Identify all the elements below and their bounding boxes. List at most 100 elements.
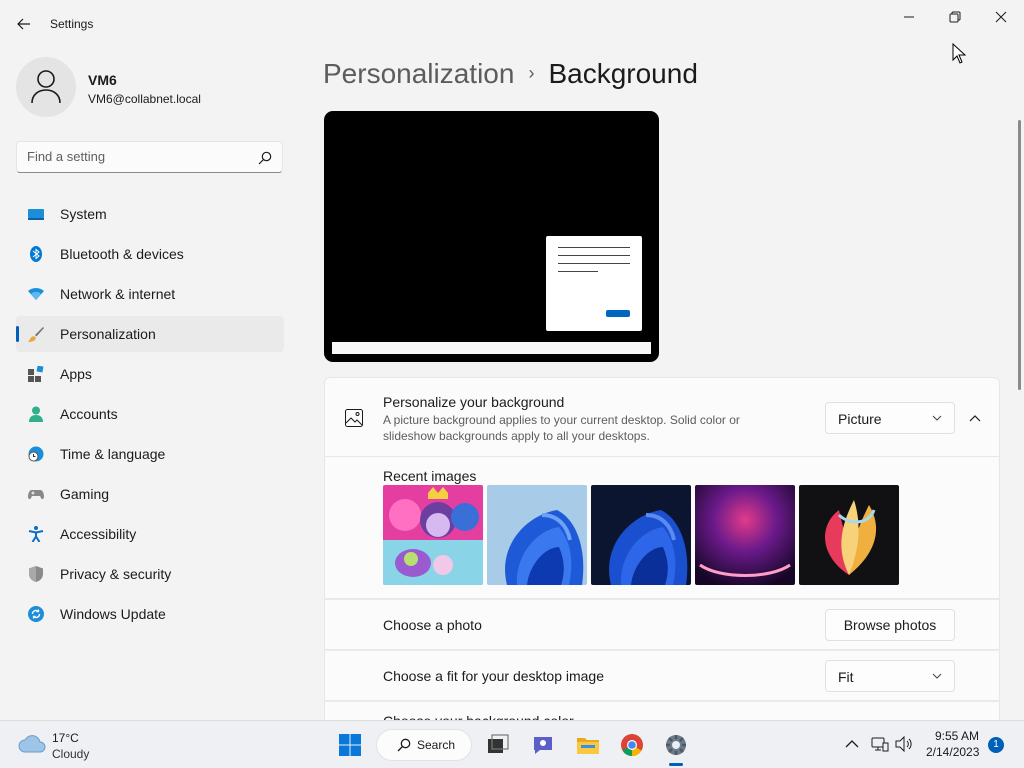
choose-color-row[interactable]: Choose your background color (324, 701, 1000, 721)
search-input[interactable] (27, 149, 252, 164)
taskbar-search[interactable]: Search (376, 729, 472, 761)
fit-dropdown[interactable]: Fit (825, 660, 955, 692)
sidebar-item-apps[interactable]: Apps (16, 356, 284, 392)
sidebar-item-label: Windows Update (60, 606, 166, 622)
clock-date[interactable]: 2/14/2023 (926, 745, 979, 759)
sidebar-item-personalization[interactable]: Personalization (16, 316, 284, 352)
chevron-down-icon (932, 673, 942, 679)
recent-image-2[interactable] (487, 485, 587, 585)
sidebar-item-label: Apps (60, 366, 92, 382)
cloud-icon[interactable] (18, 735, 46, 753)
search-icon[interactable] (258, 151, 272, 165)
sidebar-item-privacy[interactable]: Privacy & security (16, 556, 284, 592)
start-windows-icon[interactable] (338, 733, 362, 757)
notification-badge[interactable]: 1 (988, 737, 1004, 753)
blue-bloom-dark-image (591, 485, 691, 585)
teams-chat-icon[interactable] (531, 733, 555, 757)
minimize-button[interactable] (886, 4, 932, 30)
restore-button[interactable] (932, 4, 978, 30)
choose-fit-row: Choose a fit for your desktop image Fit (324, 650, 1000, 701)
recent-images-section: Recent images (324, 457, 1000, 599)
recent-image-3[interactable] (591, 485, 691, 585)
task-view-icon[interactable] (486, 733, 510, 757)
back-arrow-icon[interactable] (12, 12, 36, 36)
taskbar-search-label: Search (417, 738, 456, 752)
sidebar-item-bluetooth[interactable]: Bluetooth & devices (16, 236, 284, 272)
accessibility-icon (28, 526, 44, 542)
sidebar-item-gaming[interactable]: Gaming (16, 476, 284, 512)
system-icon (28, 209, 44, 220)
browse-photos-button[interactable]: Browse photos (825, 609, 955, 641)
choose-photo-row: Choose a photo Browse photos (324, 599, 1000, 650)
wifi-icon (28, 287, 44, 300)
sidebar-item-windows-update[interactable]: Windows Update (16, 596, 284, 632)
scrollbar[interactable] (1018, 120, 1021, 390)
settings-search[interactable] (16, 141, 283, 173)
sidebar-item-label: Bluetooth & devices (60, 246, 184, 262)
minimize-icon (904, 16, 914, 18)
chrome-icon[interactable] (620, 733, 644, 757)
accounts-icon (29, 406, 43, 422)
personalize-background-card: Personalize your background A picture ba… (324, 377, 1000, 457)
colorful-petals-image (799, 485, 899, 585)
desktop-preview (324, 111, 659, 362)
mouse-cursor-icon (952, 43, 966, 64)
network-icon[interactable] (871, 736, 889, 752)
chevron-up-icon[interactable] (845, 739, 859, 749)
user-icon (31, 70, 61, 104)
app-title: Settings (50, 17, 94, 31)
personalize-background-description: A picture background applies to your cur… (383, 413, 740, 443)
restore-icon (949, 11, 961, 23)
sidebar-item-accessibility[interactable]: Accessibility (16, 516, 284, 552)
user-name: VM6 (88, 72, 117, 88)
apps-icon (28, 366, 44, 382)
preview-taskbar (332, 342, 651, 354)
close-button[interactable] (978, 4, 1024, 30)
chevron-up-icon (969, 415, 981, 422)
background-type-value: Picture (838, 411, 882, 427)
preview-window (546, 236, 642, 331)
choose-photo-label: Choose a photo (383, 617, 482, 633)
brush-icon (28, 327, 44, 342)
sidebar-item-label: Gaming (60, 486, 110, 502)
file-explorer-icon[interactable] (576, 733, 600, 757)
sidebar-item-time-language[interactable]: Time & language (16, 436, 284, 472)
breadcrumb-parent[interactable]: Personalization (323, 58, 514, 89)
background-type-dropdown[interactable]: Picture (825, 402, 955, 434)
collapse-button[interactable] (965, 409, 985, 429)
chevron-down-icon (932, 415, 942, 421)
active-app-indicator (669, 763, 683, 766)
weather-temperature[interactable]: 17°C (52, 731, 79, 745)
recent-image-1[interactable] (383, 485, 483, 585)
update-icon (28, 606, 44, 622)
pony-characters-image (383, 485, 483, 585)
fit-value: Fit (838, 669, 854, 685)
personalize-background-title: Personalize your background (383, 394, 565, 410)
close-icon (995, 11, 1007, 23)
settings-gear-icon[interactable] (664, 733, 688, 757)
sidebar-item-accounts[interactable]: Accounts (16, 396, 284, 432)
weather-condition[interactable]: Cloudy (52, 747, 89, 761)
recent-image-4[interactable] (695, 485, 795, 585)
clock-time[interactable]: 9:55 AM (935, 729, 979, 743)
bluetooth-icon (30, 246, 42, 262)
avatar[interactable] (16, 57, 76, 117)
sidebar-item-label: Accounts (60, 406, 118, 422)
sidebar-item-label: Privacy & security (60, 566, 172, 582)
sidebar-item-network[interactable]: Network & internet (16, 276, 284, 312)
sidebar-nav: System Bluetooth & devices Network & int… (16, 196, 284, 636)
chevron-right-icon: › (528, 63, 535, 83)
volume-icon[interactable] (895, 736, 913, 752)
recent-image-5[interactable] (799, 485, 899, 585)
sidebar-item-label: Network & internet (60, 286, 176, 302)
taskbar: 17°C Cloudy Search 9:55 AM 2/14/2023 1 (0, 720, 1024, 768)
globe-clock-icon (28, 446, 44, 462)
breadcrumb: Personalization › Background (323, 58, 698, 98)
choose-fit-label: Choose a fit for your desktop image (383, 668, 605, 684)
blue-bloom-light-image (487, 485, 587, 585)
title-bar: Settings (0, 0, 1024, 48)
sidebar-item-label: System (60, 206, 107, 222)
recent-images-label: Recent images (383, 468, 477, 484)
sidebar-item-system[interactable]: System (16, 196, 284, 232)
purple-glow-image (695, 485, 795, 585)
